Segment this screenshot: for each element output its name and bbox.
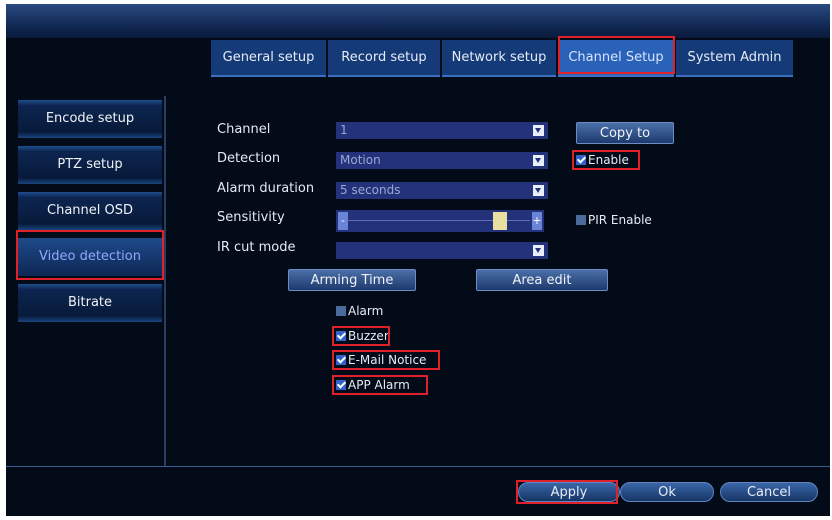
- tab-record-setup[interactable]: Record setup: [328, 40, 440, 77]
- ir-cut-select[interactable]: [336, 242, 548, 259]
- pir-enable-label: PIR Enable: [588, 213, 652, 227]
- channel-select[interactable]: 1: [336, 122, 548, 139]
- settings-window: General setup Record setup Network setup…: [6, 4, 830, 516]
- app-alarm-checkbox[interactable]: APP Alarm: [336, 377, 410, 393]
- check-icon: [336, 355, 346, 365]
- tab-channel-setup[interactable]: Channel Setup: [558, 40, 674, 77]
- buzzer-checkbox[interactable]: Buzzer: [336, 328, 389, 344]
- alarm-checkbox[interactable]: Alarm: [336, 303, 383, 319]
- sensitivity-increase[interactable]: +: [532, 212, 542, 230]
- buzzer-label: Buzzer: [348, 329, 389, 343]
- sidebar-item-video-detection[interactable]: Video detection: [18, 238, 162, 276]
- tab-system-admin[interactable]: System Admin: [676, 40, 793, 77]
- ok-button[interactable]: Ok: [620, 482, 714, 502]
- channel-value: 1: [340, 123, 348, 137]
- check-icon: [336, 380, 346, 390]
- arming-time-button[interactable]: Arming Time: [288, 269, 416, 291]
- sensitivity-slider[interactable]: - +: [336, 210, 544, 232]
- chevron-down-icon: [533, 245, 544, 256]
- checkbox-icon: [576, 215, 586, 225]
- check-icon: [576, 155, 586, 165]
- alarm-label: Alarm: [348, 304, 384, 318]
- channel-label: Channel: [217, 122, 271, 137]
- email-notice-label: E-Mail Notice: [348, 353, 427, 367]
- alarm-duration-select[interactable]: 5 seconds: [336, 182, 548, 199]
- cancel-button[interactable]: Cancel: [720, 482, 818, 502]
- copy-to-button[interactable]: Copy to: [576, 122, 674, 144]
- chevron-down-icon: [533, 155, 544, 166]
- checkbox-icon: [336, 306, 346, 316]
- area-edit-button[interactable]: Area edit: [476, 269, 608, 291]
- detection-value: Motion: [340, 153, 381, 167]
- chevron-down-icon: [533, 125, 544, 136]
- sensitivity-label: Sensitivity: [217, 210, 285, 225]
- enable-label: Enable: [588, 153, 629, 167]
- sidebar-item-encode-setup[interactable]: Encode setup: [18, 100, 162, 138]
- footer-divider: [6, 466, 830, 467]
- alarm-duration-label: Alarm duration: [217, 181, 315, 196]
- email-notice-checkbox[interactable]: E-Mail Notice: [336, 352, 426, 368]
- pir-enable-checkbox[interactable]: PIR Enable: [576, 212, 652, 228]
- alarm-duration-value: 5 seconds: [340, 183, 401, 197]
- sidebar-item-channel-osd[interactable]: Channel OSD: [18, 192, 162, 230]
- tab-general-setup[interactable]: General setup: [211, 40, 326, 77]
- app-alarm-label: APP Alarm: [348, 378, 410, 392]
- sidebar-item-ptz-setup[interactable]: PTZ setup: [18, 146, 162, 184]
- sensitivity-decrease[interactable]: -: [338, 212, 348, 230]
- sidebar-item-bitrate[interactable]: Bitrate: [18, 284, 162, 322]
- detection-label: Detection: [217, 151, 281, 166]
- chevron-down-icon: [533, 185, 544, 196]
- tab-network-setup[interactable]: Network setup: [442, 40, 556, 77]
- apply-button[interactable]: Apply: [518, 482, 620, 502]
- ir-cut-label: IR cut mode: [217, 240, 296, 255]
- check-icon: [336, 331, 346, 341]
- enable-checkbox[interactable]: Enable: [576, 152, 629, 168]
- detection-select[interactable]: Motion: [336, 152, 548, 169]
- slider-thumb[interactable]: [492, 212, 507, 230]
- title-bar: [6, 4, 830, 38]
- vertical-divider: [164, 96, 166, 466]
